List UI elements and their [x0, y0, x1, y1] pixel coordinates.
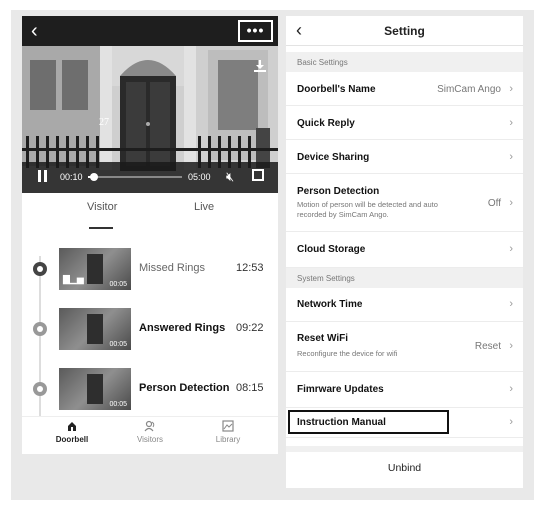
chevron-right-icon: ›	[509, 298, 513, 310]
page-title: Setting	[384, 24, 425, 38]
visitors-icon	[144, 420, 155, 432]
highlight-box	[288, 410, 449, 434]
video-player[interactable]: 27 ‹ ••• 00:10 05:00 🔇︎	[22, 16, 278, 193]
progress-slider[interactable]	[88, 173, 182, 181]
event-label: Person Detection	[139, 382, 230, 394]
more-options-button[interactable]: •••	[238, 20, 273, 42]
event-item[interactable]: ▇▁▅ 00:05 Missed Rings 12:53	[22, 248, 278, 292]
nav-label: Library	[215, 435, 241, 444]
unbind-button[interactable]: Unbind	[286, 452, 523, 484]
event-thumbnail[interactable]: 00:05	[59, 368, 131, 410]
event-time: 08:15	[236, 382, 264, 394]
chevron-right-icon: ›	[509, 197, 513, 209]
fullscreen-icon[interactable]	[252, 169, 264, 181]
row-quick-reply[interactable]: Quick Reply ›	[286, 106, 523, 140]
chevron-right-icon: ›	[509, 416, 513, 428]
nav-visitors[interactable]: Visitors	[120, 420, 180, 444]
nav-library[interactable]: Library	[198, 420, 258, 444]
chevron-right-icon: ›	[509, 117, 513, 129]
event-label: Missed Rings	[139, 262, 206, 274]
row-device-sharing[interactable]: Device Sharing ›	[286, 140, 523, 174]
library-icon	[222, 420, 234, 432]
event-tabs: Visitor Live	[22, 201, 278, 231]
row-label: Person Detection	[297, 186, 380, 197]
row-value: Reset	[474, 341, 501, 352]
row-network-time[interactable]: Network Time ›	[286, 288, 523, 322]
event-label: Answered Rings	[139, 322, 226, 334]
row-label: Device Sharing	[297, 152, 370, 163]
event-item[interactable]: 00:05 Person Detection 08:15	[22, 368, 278, 412]
row-subtitle: Reconfigure the device for wifi	[297, 349, 398, 358]
tab-active-indicator	[89, 227, 113, 229]
row-label: Doorbell's Name	[297, 84, 376, 95]
tab-live[interactable]: Live	[194, 201, 214, 213]
row-label: Fimrware Updates	[297, 384, 384, 395]
settings-header: ‹ Setting	[286, 16, 523, 46]
nav-doorbell[interactable]: Doorbell	[42, 420, 102, 444]
house-number: 27	[99, 117, 109, 128]
event-duration: 00:05	[109, 401, 127, 408]
pause-icon[interactable]	[38, 170, 48, 182]
section-system-settings: System Settings	[286, 268, 523, 288]
tab-visitor[interactable]: Visitor	[87, 201, 117, 213]
timeline-dot	[33, 262, 47, 276]
nav-label: Doorbell	[55, 435, 89, 444]
row-subtitle: Motion of person will be detected and au…	[297, 200, 438, 219]
row-doorbell-name[interactable]: Doorbell's Name SimCam Ango ›	[286, 72, 523, 106]
row-value: SimCam Ango	[437, 84, 501, 95]
chevron-right-icon: ›	[509, 340, 513, 352]
row-cloud-storage[interactable]: Cloud Storage ›	[286, 232, 523, 268]
timeline-dot	[33, 382, 47, 396]
timeline-dot	[33, 322, 47, 336]
event-time: 12:53	[236, 262, 264, 274]
mute-icon[interactable]: 🔇︎	[226, 169, 234, 185]
event-duration: 00:05	[109, 281, 127, 288]
current-time: 00:10	[60, 172, 83, 182]
chevron-right-icon: ›	[509, 83, 513, 95]
event-duration: 00:05	[109, 341, 127, 348]
row-label: Network Time	[297, 299, 363, 310]
total-time: 05:00	[188, 172, 211, 182]
section-basic-settings: Basic Settings	[286, 52, 523, 72]
video-controls: 00:10 05:00 🔇︎	[22, 164, 278, 190]
settings-screen: ‹ Setting Basic Settings Doorbell's Name…	[286, 16, 523, 488]
back-icon[interactable]: ‹	[31, 20, 38, 42]
row-firmware-updates[interactable]: Fimrware Updates ›	[286, 372, 523, 408]
doorbell-screen: 27 ‹ ••• 00:10 05:00 🔇︎ Visitor Live ▇▁▅…	[22, 16, 278, 454]
event-time: 09:22	[236, 322, 264, 334]
row-label: Quick Reply	[297, 118, 355, 129]
row-value: Off	[487, 198, 501, 209]
video-top-bar: ‹ •••	[22, 16, 278, 46]
nav-label: Visitors	[136, 435, 164, 444]
chevron-right-icon: ›	[509, 243, 513, 255]
progress-knob[interactable]	[89, 173, 98, 181]
row-person-detection[interactable]: Person Detection Motion of person will b…	[286, 174, 523, 232]
chevron-right-icon: ›	[509, 383, 513, 395]
row-label: Cloud Storage	[297, 244, 366, 255]
row-label: Reset WiFi	[297, 333, 349, 344]
row-reset-wifi[interactable]: Reset WiFi Reconfigure the device for wi…	[286, 322, 523, 372]
bar-chart-icon: ▇▁▅	[63, 274, 84, 284]
chevron-right-icon: ›	[509, 151, 513, 163]
event-thumbnail[interactable]: 00:05	[59, 308, 131, 350]
doorbell-icon	[68, 422, 76, 431]
event-thumbnail[interactable]: ▇▁▅ 00:05	[59, 248, 131, 290]
event-item[interactable]: 00:05 Answered Rings 09:22	[22, 308, 278, 352]
bottom-nav: Doorbell Visitors Library	[22, 416, 278, 454]
